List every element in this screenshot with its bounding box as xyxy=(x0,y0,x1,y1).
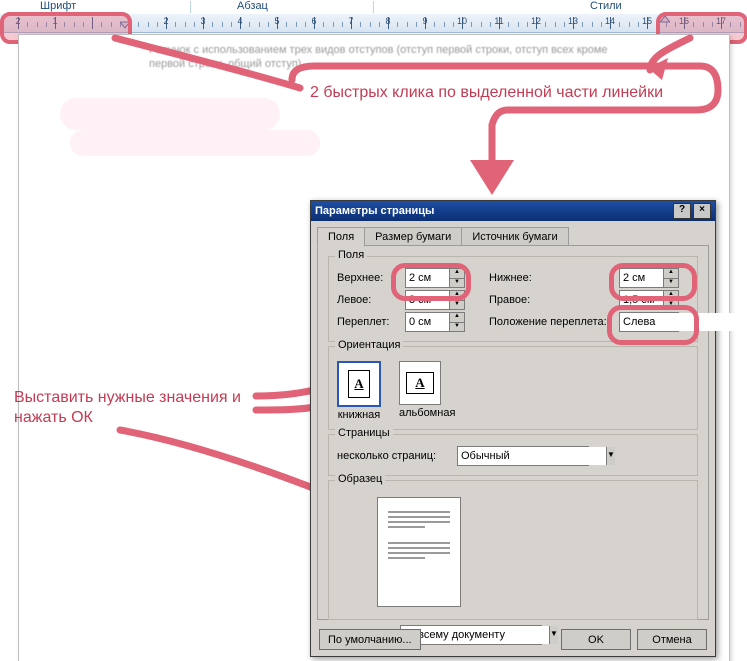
label-gutter-pos: Положение переплета: xyxy=(489,316,619,328)
spin-up-icon[interactable]: ▲ xyxy=(450,313,464,323)
dialog-title: Параметры страницы xyxy=(315,205,434,217)
spin-right[interactable]: ▲▼ xyxy=(619,290,679,310)
dialog-tabs: Поля Размер бумаги Источник бумаги xyxy=(317,227,568,247)
orientation-portrait[interactable]: A книжная xyxy=(337,361,381,421)
ruler-number: 8 xyxy=(385,16,390,26)
orientation-landscape[interactable]: A альбомная xyxy=(399,361,455,421)
spin-gutter[interactable]: ▲▼ xyxy=(405,312,465,332)
spin-top[interactable]: ▲▼ xyxy=(405,268,465,288)
spin-up-icon[interactable]: ▲ xyxy=(450,269,464,279)
page-preview xyxy=(377,497,461,607)
ruler-number: 4 xyxy=(237,16,242,26)
input-multipages[interactable] xyxy=(458,447,606,465)
spin-bottom[interactable]: ▲▼ xyxy=(619,268,679,288)
orientation-portrait-label: книжная xyxy=(337,409,381,421)
spin-down-icon[interactable]: ▼ xyxy=(450,323,464,332)
tab-paper-source[interactable]: Источник бумаги xyxy=(461,227,568,247)
orientation-portrait-icon: A xyxy=(337,361,381,407)
input-gutter[interactable] xyxy=(406,313,449,331)
tab-paper-size[interactable]: Размер бумаги xyxy=(364,227,462,247)
tab-panel-fields: Поля Верхнее: ▲▼ Нижнее: ▲▼ Левое: ▲▼ Пр… xyxy=(317,245,709,620)
label-multipages: несколько страниц: xyxy=(337,450,457,462)
label-gutter: Переплет: xyxy=(337,316,405,328)
input-right[interactable] xyxy=(620,291,663,309)
help-button[interactable]: ? xyxy=(673,203,691,219)
label-right: Правое: xyxy=(489,294,619,306)
page-setup-dialog: Параметры страницы ? × Поля Размер бумаг… xyxy=(310,200,716,657)
dialog-buttons: По умолчанию... OK Отмена xyxy=(319,629,707,650)
ribbon-styles-label: Стили xyxy=(590,0,622,12)
document-body-text: Рисунок с использованием трех видов отст… xyxy=(149,43,679,71)
close-button[interactable]: × xyxy=(693,203,711,219)
ruler-number: 3 xyxy=(200,16,205,26)
input-left[interactable] xyxy=(406,291,449,309)
ruler-number: 5 xyxy=(274,16,279,26)
ribbon-divider xyxy=(190,1,191,13)
ribbon-divider xyxy=(373,1,374,13)
ruler-number: 11 xyxy=(494,16,503,26)
spin-left[interactable]: ▲▼ xyxy=(405,290,465,310)
ruler-number: 12 xyxy=(531,16,541,26)
dialog-titlebar[interactable]: Параметры страницы ? × xyxy=(311,201,715,221)
ruler-number: 7 xyxy=(348,16,353,26)
ruler-number: 2 xyxy=(163,16,168,26)
cancel-button[interactable]: Отмена xyxy=(637,629,707,650)
annotation-smear xyxy=(60,98,280,130)
group-preview: Образец xyxy=(328,480,698,620)
ok-button[interactable]: OK xyxy=(561,629,631,650)
label-bottom: Нижнее: xyxy=(489,272,619,284)
ribbon-font-label: Шрифт xyxy=(40,0,76,12)
orientation-landscape-label: альбомная xyxy=(399,407,455,419)
doc-line: первой строки, общий отступ) xyxy=(149,57,679,71)
label-top: Верхнее: xyxy=(337,272,405,284)
spin-down-icon[interactable]: ▼ xyxy=(664,279,678,288)
group-margins-legend: Поля xyxy=(335,249,367,261)
tab-fields[interactable]: Поля xyxy=(317,227,365,247)
annotation-setvalues: Выставить нужные значения и нажать ОК xyxy=(14,388,241,428)
ruler-number: 6 xyxy=(311,16,316,26)
group-preview-legend: Образец xyxy=(335,473,385,485)
spin-up-icon[interactable]: ▲ xyxy=(450,291,464,301)
spin-up-icon[interactable]: ▲ xyxy=(664,291,678,301)
orientation-landscape-icon: A xyxy=(399,361,441,405)
annotation-doubleclick: 2 быстрых клика по выделенной части лине… xyxy=(310,84,663,102)
annotation-smear xyxy=(70,130,320,156)
spin-up-icon[interactable]: ▲ xyxy=(664,269,678,279)
label-left: Левое: xyxy=(337,294,405,306)
doc-line: Рисунок с использованием трех видов отст… xyxy=(149,43,679,57)
input-top[interactable] xyxy=(406,269,449,287)
spin-down-icon[interactable]: ▼ xyxy=(450,301,464,310)
spin-down-icon[interactable]: ▼ xyxy=(450,279,464,288)
input-bottom[interactable] xyxy=(620,269,663,287)
group-orientation-legend: Ориентация xyxy=(335,339,403,351)
ruler-number: 15 xyxy=(642,16,652,26)
group-pages: Страницы несколько страниц: ▼ xyxy=(328,434,698,476)
input-gutter-pos[interactable] xyxy=(620,313,747,331)
ruler-number: 9 xyxy=(422,16,427,26)
ruler-number: 14 xyxy=(605,16,615,26)
combo-multipages[interactable]: ▼ xyxy=(457,446,589,466)
group-orientation: Ориентация A книжная A альбомная xyxy=(328,346,698,430)
defaults-button[interactable]: По умолчанию... xyxy=(319,629,421,650)
spin-down-icon[interactable]: ▼ xyxy=(664,301,678,310)
group-pages-legend: Страницы xyxy=(335,427,393,439)
ruler-number: 10 xyxy=(457,16,467,26)
ruler-number: 13 xyxy=(568,16,578,26)
chevron-down-icon[interactable]: ▼ xyxy=(606,447,615,465)
ribbon-paragraph-label: Абзац xyxy=(237,0,268,12)
combo-gutter-pos[interactable]: ▼ xyxy=(619,312,679,332)
group-margins: Поля Верхнее: ▲▼ Нижнее: ▲▼ Левое: ▲▼ Пр… xyxy=(328,256,698,342)
